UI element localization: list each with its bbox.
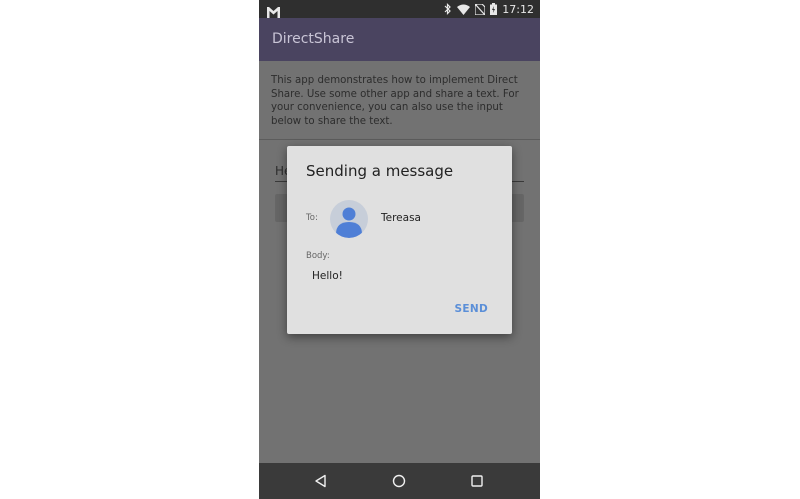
wifi-icon (457, 0, 471, 19)
description-text: This app demonstrates how to implement D… (271, 75, 519, 127)
send-message-dialog: Sending a message To: Tereasa Body: Hell… (287, 146, 512, 334)
person-icon (336, 207, 362, 238)
message-body: Hello! (312, 270, 343, 282)
body-label: Body: (306, 251, 330, 261)
back-icon[interactable] (311, 471, 331, 491)
bluetooth-icon (444, 0, 452, 19)
divider (259, 139, 540, 140)
status-bar: 17:12 (259, 0, 540, 18)
app-bar: DirectShare (259, 18, 540, 61)
send-button[interactable]: SEND (455, 303, 488, 315)
status-time: 17:12 (502, 2, 534, 16)
to-label: To: (306, 213, 318, 223)
phone-screen: 17:12 DirectShare This app demonstrates … (259, 0, 540, 499)
app-title: DirectShare (272, 31, 355, 47)
avatar (330, 200, 368, 238)
recipient-name: Tereasa (381, 212, 421, 224)
status-icons: 17:12 (444, 0, 534, 18)
dialog-title: Sending a message (306, 162, 454, 180)
recents-icon[interactable] (467, 471, 487, 491)
home-icon[interactable] (389, 471, 409, 491)
no-sim-icon (474, 0, 486, 19)
navigation-bar (259, 463, 540, 499)
battery-icon (490, 0, 498, 19)
